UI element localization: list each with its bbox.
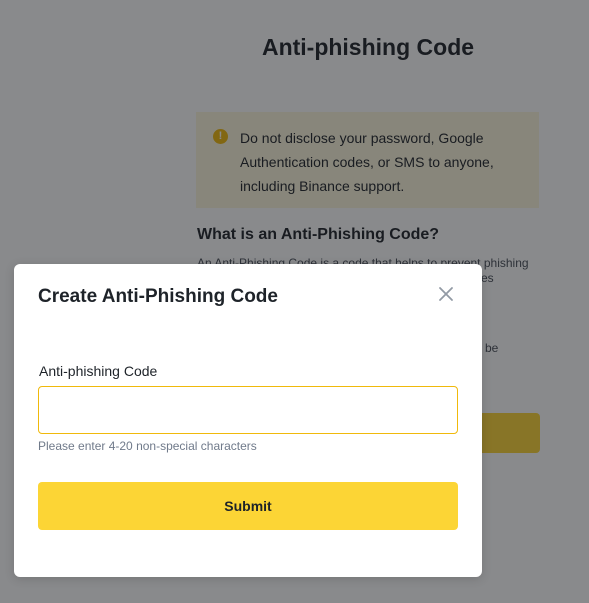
anti-phishing-code-label: Anti-phishing Code	[39, 363, 158, 379]
submit-button[interactable]: Submit	[38, 482, 458, 530]
close-icon[interactable]	[436, 284, 456, 304]
modal-title: Create Anti-Phishing Code	[38, 286, 278, 307]
create-anti-phishing-modal: Create Anti-Phishing Code Anti-phishing …	[14, 264, 482, 577]
page: Anti-phishing Code ! Do not disclose you…	[0, 0, 589, 603]
input-hint: Please enter 4-20 non-special characters	[38, 439, 257, 453]
anti-phishing-code-input[interactable]	[38, 386, 458, 434]
